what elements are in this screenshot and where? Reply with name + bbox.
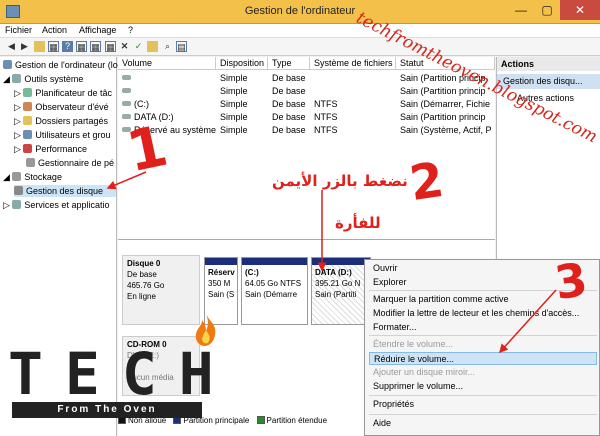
arrow-3 [498, 289, 557, 354]
arrow-1 [106, 171, 147, 190]
annotation-arrows [106, 171, 557, 354]
